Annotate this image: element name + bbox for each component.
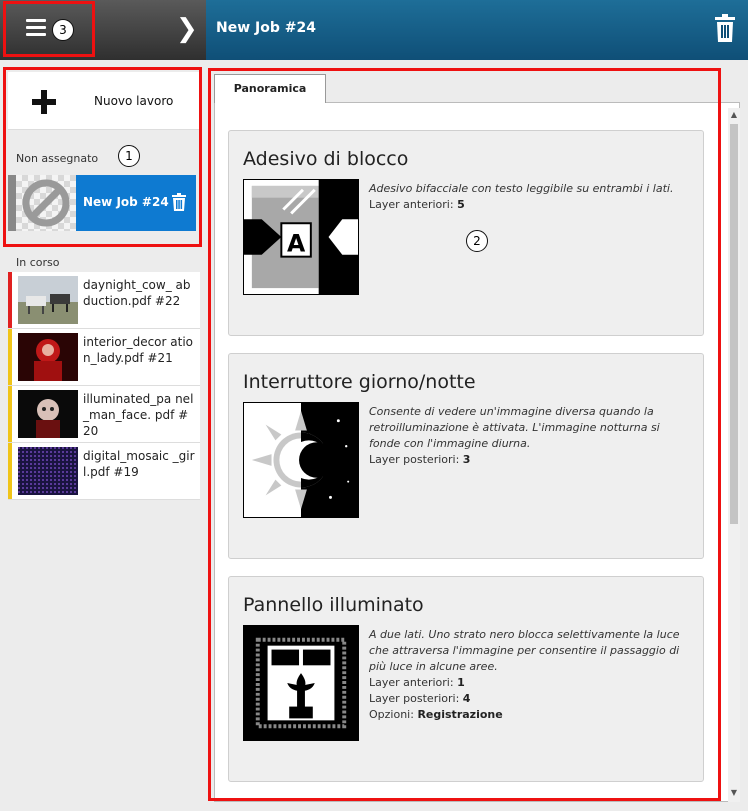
job-thumbnail xyxy=(18,276,78,324)
chevron-right-icon[interactable]: ❯ xyxy=(176,14,198,44)
job-name: digital_mosaic _girl.pdf #19 xyxy=(83,449,195,479)
scroll-thumb[interactable] xyxy=(730,124,738,524)
property-label: Layer posteriori: xyxy=(369,692,460,705)
status-stripe xyxy=(8,272,12,328)
scroll-up-icon[interactable]: ▲ xyxy=(728,110,740,119)
card-description: Consente di vedere un'immagine diversa q… xyxy=(369,405,660,450)
selected-job-stripe xyxy=(8,175,16,231)
callout-1: 1 xyxy=(118,145,140,167)
job-name: interior_decor ation_lady.pdf #21 xyxy=(83,335,193,365)
card-property: Opzioni: Registrazione xyxy=(369,707,689,723)
property-label: Layer anteriori: xyxy=(369,198,454,211)
job-name: illuminated_pa nel_man_face. pdf #20 xyxy=(83,392,194,438)
selected-job-label: New Job #24 xyxy=(83,195,169,209)
status-stripe xyxy=(8,329,12,385)
property-value: Registrazione xyxy=(417,708,503,721)
property-label: Layer anteriori: xyxy=(369,676,454,689)
property-value: 3 xyxy=(462,453,471,466)
vertical-scrollbar[interactable]: ▲ ▼ xyxy=(728,108,740,802)
list-item[interactable]: interior_decor ation_lady.pdf #21 xyxy=(8,329,200,386)
job-thumbnail xyxy=(18,390,78,438)
property-label: Layer posteriori: xyxy=(369,453,460,466)
header-left: ❯ xyxy=(0,0,206,60)
in-progress-section-label: In corso xyxy=(16,256,60,269)
scroll-down-icon[interactable]: ▼ xyxy=(728,788,740,797)
card-interruttore-giorno-notte[interactable]: Interruttore giorno/notte Consente di ve… xyxy=(228,353,704,559)
card-property: Layer posteriori: 4 xyxy=(369,691,689,707)
job-thumbnail xyxy=(18,447,78,495)
callout-3: 3 xyxy=(52,19,74,41)
job-thumbnail xyxy=(16,175,76,231)
hamburger-menu-icon[interactable] xyxy=(26,19,46,37)
plus-icon xyxy=(32,90,56,114)
tab-panoramica[interactable]: Panoramica xyxy=(214,74,326,103)
job-thumbnail xyxy=(18,333,78,381)
callout-2: 2 xyxy=(466,230,488,252)
card-title: Interruttore giorno/notte xyxy=(243,371,476,393)
card-property: Layer anteriori: 5 xyxy=(369,197,689,213)
card-details: Adesivo bifacciale con testo leggibile s… xyxy=(369,181,689,213)
job-list: daynight_cow_ abduction.pdf #22 interior… xyxy=(8,272,200,500)
list-item[interactable]: digital_mosaic _girl.pdf #19 xyxy=(8,443,200,500)
status-stripe xyxy=(8,386,12,442)
card-pannello-illuminato[interactable]: Pannello illuminato A due lati. Uno stra… xyxy=(228,576,704,782)
illuminated-panel-icon xyxy=(243,625,359,741)
card-details: Consente di vedere un'immagine diversa q… xyxy=(369,404,689,468)
status-stripe xyxy=(8,443,12,499)
card-title: Adesivo di blocco xyxy=(243,148,409,170)
property-value: 4 xyxy=(462,692,471,705)
blockout-sticker-icon: A xyxy=(243,179,359,295)
trash-icon[interactable] xyxy=(714,14,736,42)
card-property: Layer anteriori: 1 xyxy=(369,675,689,691)
card-details: A due lati. Uno strato nero blocca selet… xyxy=(369,627,689,723)
no-image-icon xyxy=(22,179,70,227)
property-label: Opzioni: xyxy=(369,708,414,721)
card-description: Adesivo bifacciale con testo leggibile s… xyxy=(369,182,674,195)
card-title: Pannello illuminato xyxy=(243,594,424,616)
job-name: daynight_cow_ abduction.pdf #22 xyxy=(83,278,191,308)
card-property: Layer posteriori: 3 xyxy=(369,452,689,468)
trash-icon[interactable] xyxy=(172,193,186,211)
property-value: 5 xyxy=(457,198,465,211)
svg-text:A: A xyxy=(287,230,306,258)
selected-job-item[interactable]: New Job #24 xyxy=(8,175,196,231)
list-item[interactable]: daynight_cow_ abduction.pdf #22 xyxy=(8,272,200,329)
day-night-switch-icon xyxy=(243,402,359,518)
new-job-label: Nuovo lavoro xyxy=(94,94,174,108)
list-item[interactable]: illuminated_pa nel_man_face. pdf #20 xyxy=(8,386,200,443)
card-description: A due lati. Uno strato nero blocca selet… xyxy=(369,628,680,673)
unassigned-section-label: Non assegnato xyxy=(16,152,99,165)
property-value: 1 xyxy=(457,676,465,689)
new-job-button[interactable]: Nuovo lavoro xyxy=(8,72,199,130)
card-adesivo-di-blocco[interactable]: Adesivo di blocco A Adesivo bifacciale c… xyxy=(228,130,704,336)
job-title: New Job #24 xyxy=(216,20,316,36)
